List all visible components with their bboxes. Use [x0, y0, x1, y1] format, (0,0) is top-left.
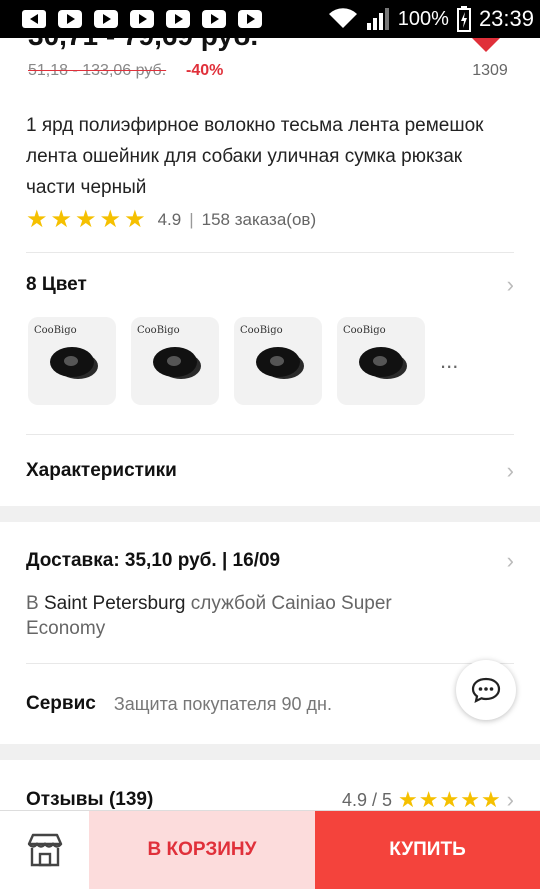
rating-value: 4.9	[157, 210, 182, 229]
color-swatch[interactable]: CooBigo	[337, 317, 425, 405]
reviews-score: 4.9 / 5 ★ ★ ★ ★ ★ ›	[342, 787, 514, 810]
star-icon: ★	[26, 206, 48, 233]
store-icon	[27, 833, 62, 867]
favorites-count: 1309	[472, 62, 508, 79]
divider	[26, 434, 514, 435]
swatch-brand: CooBigo	[137, 325, 180, 336]
youtube-notification-icon	[166, 10, 190, 28]
clock: 23:39	[478, 6, 534, 31]
heart-icon[interactable]	[470, 38, 502, 60]
star-icon: ★	[124, 206, 146, 233]
delivery-title: Доставка: 35,10 руб. | 16/09	[26, 550, 281, 571]
battery-percent: 100%	[397, 7, 449, 30]
webbing-roll-image	[153, 347, 197, 377]
wifi-icon	[328, 8, 357, 28]
colors-title: 8 Цвет	[26, 274, 87, 295]
service-label: Сервис	[26, 693, 96, 714]
swatch-brand: CooBigo	[34, 325, 77, 336]
section-separator	[0, 506, 540, 522]
section-separator	[0, 744, 540, 760]
swatch-brand: CooBigo	[343, 325, 386, 336]
star-icon: ★	[99, 206, 122, 233]
discount-badge: -40%	[186, 62, 224, 79]
color-swatch[interactable]: CooBigo	[234, 317, 322, 405]
signal-icon	[366, 8, 389, 30]
star-icon: ★	[398, 787, 418, 811]
orders-count: 158 заказа(ов)	[201, 210, 317, 229]
star-icon: ★	[439, 787, 460, 811]
back-notification-icon	[22, 10, 46, 28]
notification-icons	[0, 10, 262, 28]
youtube-notification-icon	[238, 10, 262, 28]
star-icon: ★	[75, 206, 97, 233]
chevron-right-icon: ›	[506, 458, 514, 483]
chevron-right-icon: ›	[506, 272, 514, 297]
color-swatch[interactable]: CooBigo	[28, 317, 116, 405]
reviews-title: Отзывы (139)	[26, 789, 154, 810]
rating-row[interactable]: ★ ★ ★ ★ ★ 4.9 | 158 заказа(ов)	[26, 208, 316, 232]
service-text: Защита покупателя 90 дн.	[113, 693, 332, 714]
youtube-notification-icon	[130, 10, 154, 28]
divider	[26, 252, 514, 253]
swatch-brand: CooBigo	[240, 325, 283, 336]
star-icon: ★	[480, 787, 501, 811]
store-button[interactable]	[0, 811, 89, 889]
chat-button[interactable]	[456, 660, 516, 720]
divider: |	[189, 210, 194, 229]
specs-title: Характеристики	[26, 460, 177, 481]
status-bar: 100% 23:39	[0, 0, 540, 38]
buy-now-button[interactable]: КУПИТЬ	[315, 811, 540, 889]
youtube-notification-icon	[58, 10, 82, 28]
bottom-action-bar: В КОРЗИНУ КУПИТЬ	[0, 810, 540, 889]
divider	[26, 663, 514, 664]
delivery-prefix: В	[26, 593, 39, 614]
delivery-details: В Saint Petersburg службой Cainiao Super…	[26, 591, 446, 641]
chat-bubble-icon	[471, 677, 501, 703]
youtube-notification-icon	[94, 10, 118, 28]
specs-row[interactable]: Характеристики ›	[26, 458, 514, 484]
color-swatches: CooBigo CooBigo CooBigo CooBigo ...	[28, 317, 458, 405]
colors-row[interactable]: 8 Цвет ›	[26, 272, 514, 298]
more-colors[interactable]: ...	[440, 348, 458, 374]
rating-stars: ★ ★ ★ ★ ★	[26, 208, 146, 232]
old-price: 51,18 - 133,06 руб.	[28, 62, 167, 79]
delivery-row[interactable]: Доставка: 35,10 руб. | 16/09 ›	[26, 548, 514, 574]
add-to-cart-button[interactable]: В КОРЗИНУ	[89, 811, 315, 889]
youtube-notification-icon	[202, 10, 226, 28]
chevron-right-icon: ›	[506, 787, 514, 810]
webbing-roll-image	[256, 347, 300, 377]
webbing-roll-image	[50, 347, 94, 377]
reviews-stars: ★ ★ ★ ★ ★	[398, 787, 501, 811]
battery-charging-icon	[456, 6, 471, 32]
chevron-right-icon: ›	[506, 548, 514, 573]
color-swatch[interactable]: CooBigo	[131, 317, 219, 405]
star-icon: ★	[460, 787, 480, 811]
delivery-city: Saint Petersburg	[43, 593, 186, 614]
product-title: 1 ярд полиэфирное волокно тесьма лента р…	[26, 115, 484, 198]
star-icon: ★	[50, 206, 73, 233]
service-row[interactable]: Сервис Защита покупателя 90 дн.	[26, 693, 514, 715]
webbing-roll-image	[359, 347, 403, 377]
price-range: 30,71 - 79,69 руб.	[28, 38, 258, 52]
reviews-score-value: 4.9 / 5	[341, 789, 392, 810]
star-icon: ★	[418, 787, 439, 811]
reviews-row[interactable]: Отзывы (139) 4.9 / 5 ★ ★ ★ ★ ★ ›	[26, 787, 514, 810]
